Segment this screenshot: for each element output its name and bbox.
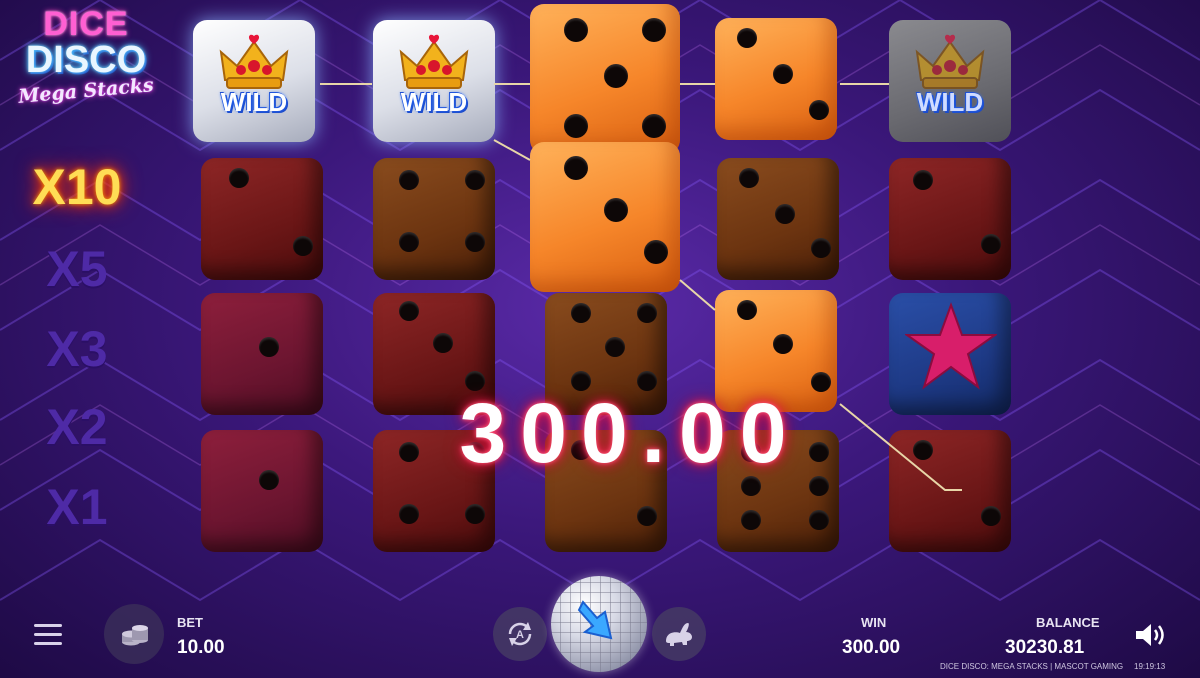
autoplay-icon: A: [508, 622, 532, 646]
clock: 19:19:13: [1134, 662, 1166, 671]
pip: [737, 28, 757, 48]
pip: [775, 204, 795, 224]
pip: [564, 18, 588, 42]
die-four: [373, 158, 495, 280]
wild-die: WILD: [889, 20, 1011, 142]
pip: [637, 303, 657, 323]
game-provider-footer: DICE DISCO: MEGA STACKS | MASCOT GAMING: [940, 662, 1124, 671]
die-one: [201, 430, 323, 552]
pip: [737, 300, 757, 320]
menu-icon[interactable]: [34, 624, 62, 646]
pip: [739, 168, 759, 188]
pip: [465, 232, 485, 252]
pip: [604, 198, 628, 222]
pip: [642, 114, 666, 138]
pip: [605, 337, 625, 357]
bottom-control-bar: BET 10.00 A WIN 300.00 BALANCE 30230.81 …: [0, 576, 1200, 678]
autoplay-button[interactable]: A: [493, 607, 547, 661]
pip: [913, 440, 933, 460]
pip: [809, 510, 829, 530]
pip: [293, 236, 313, 256]
pip: [571, 303, 591, 323]
spin-button[interactable]: [551, 576, 647, 672]
die-three: [717, 158, 839, 280]
pip: [637, 506, 657, 526]
star-die: [889, 293, 1011, 415]
spin-arrow-icon: [577, 600, 613, 640]
bet-label: BET: [177, 615, 203, 630]
pip: [773, 64, 793, 84]
pip: [465, 170, 485, 190]
pip: [259, 337, 279, 357]
win-label: WIN: [861, 615, 887, 630]
multiplier-x1: X1: [46, 479, 108, 535]
pip: [981, 234, 1001, 254]
coin-stack-icon: [122, 625, 148, 646]
die-two: [889, 158, 1011, 280]
balance-value: 30230.81: [1005, 637, 1085, 658]
game-logo: DICE DISCO Mega Stacks: [6, 6, 166, 126]
pip: [259, 470, 279, 490]
sound-button[interactable]: [1134, 620, 1168, 650]
svg-text:A: A: [516, 629, 524, 641]
die-two: [201, 158, 323, 280]
pip: [741, 510, 761, 530]
pip: [644, 240, 668, 264]
pip: [564, 156, 588, 180]
pip: [564, 114, 588, 138]
wild-label: WILD: [400, 87, 468, 117]
speaker-icon: [1136, 624, 1164, 646]
pip: [642, 18, 666, 42]
logo-dice-text: DICE: [43, 5, 129, 43]
pip: [399, 504, 419, 524]
crown-icon: [915, 34, 985, 89]
wild-die: WILD: [373, 20, 495, 142]
die-five-winning: [530, 4, 680, 154]
pip: [981, 506, 1001, 526]
pip: [399, 301, 419, 321]
crown-icon: [219, 34, 289, 89]
pip: [809, 100, 829, 120]
die-one: [201, 293, 323, 415]
rabbit-icon: [666, 623, 692, 646]
bet-value: 10.00: [177, 637, 225, 658]
star-icon: [905, 302, 997, 390]
multiplier-x3: X3: [46, 321, 108, 377]
die-three-winning: [530, 142, 680, 292]
logo-disco-text: DISCO: [25, 39, 147, 81]
pip: [604, 64, 628, 88]
balance-label: BALANCE: [1036, 615, 1100, 630]
turbo-button[interactable]: [652, 607, 706, 661]
wild-label: WILD: [916, 87, 984, 117]
die-two: [889, 430, 1011, 552]
multiplier-x5: X5: [46, 241, 108, 297]
win-amount-display: 300.00: [459, 386, 801, 480]
pip: [913, 170, 933, 190]
pip: [399, 442, 419, 462]
bet-coins-button[interactable]: [104, 604, 164, 664]
wild-label: WILD: [220, 87, 288, 117]
pip: [773, 334, 793, 354]
crown-icon: [399, 34, 469, 89]
pip: [229, 168, 249, 188]
pip: [433, 333, 453, 353]
win-value: 300.00: [842, 637, 901, 658]
pip: [811, 238, 831, 258]
multiplier-x2: X2: [46, 399, 108, 455]
pip: [465, 504, 485, 524]
pip: [399, 170, 419, 190]
pip: [399, 232, 419, 252]
wild-die: WILD: [193, 20, 315, 142]
die-three-winning: [715, 18, 837, 140]
multiplier-x10: X10: [32, 159, 122, 215]
